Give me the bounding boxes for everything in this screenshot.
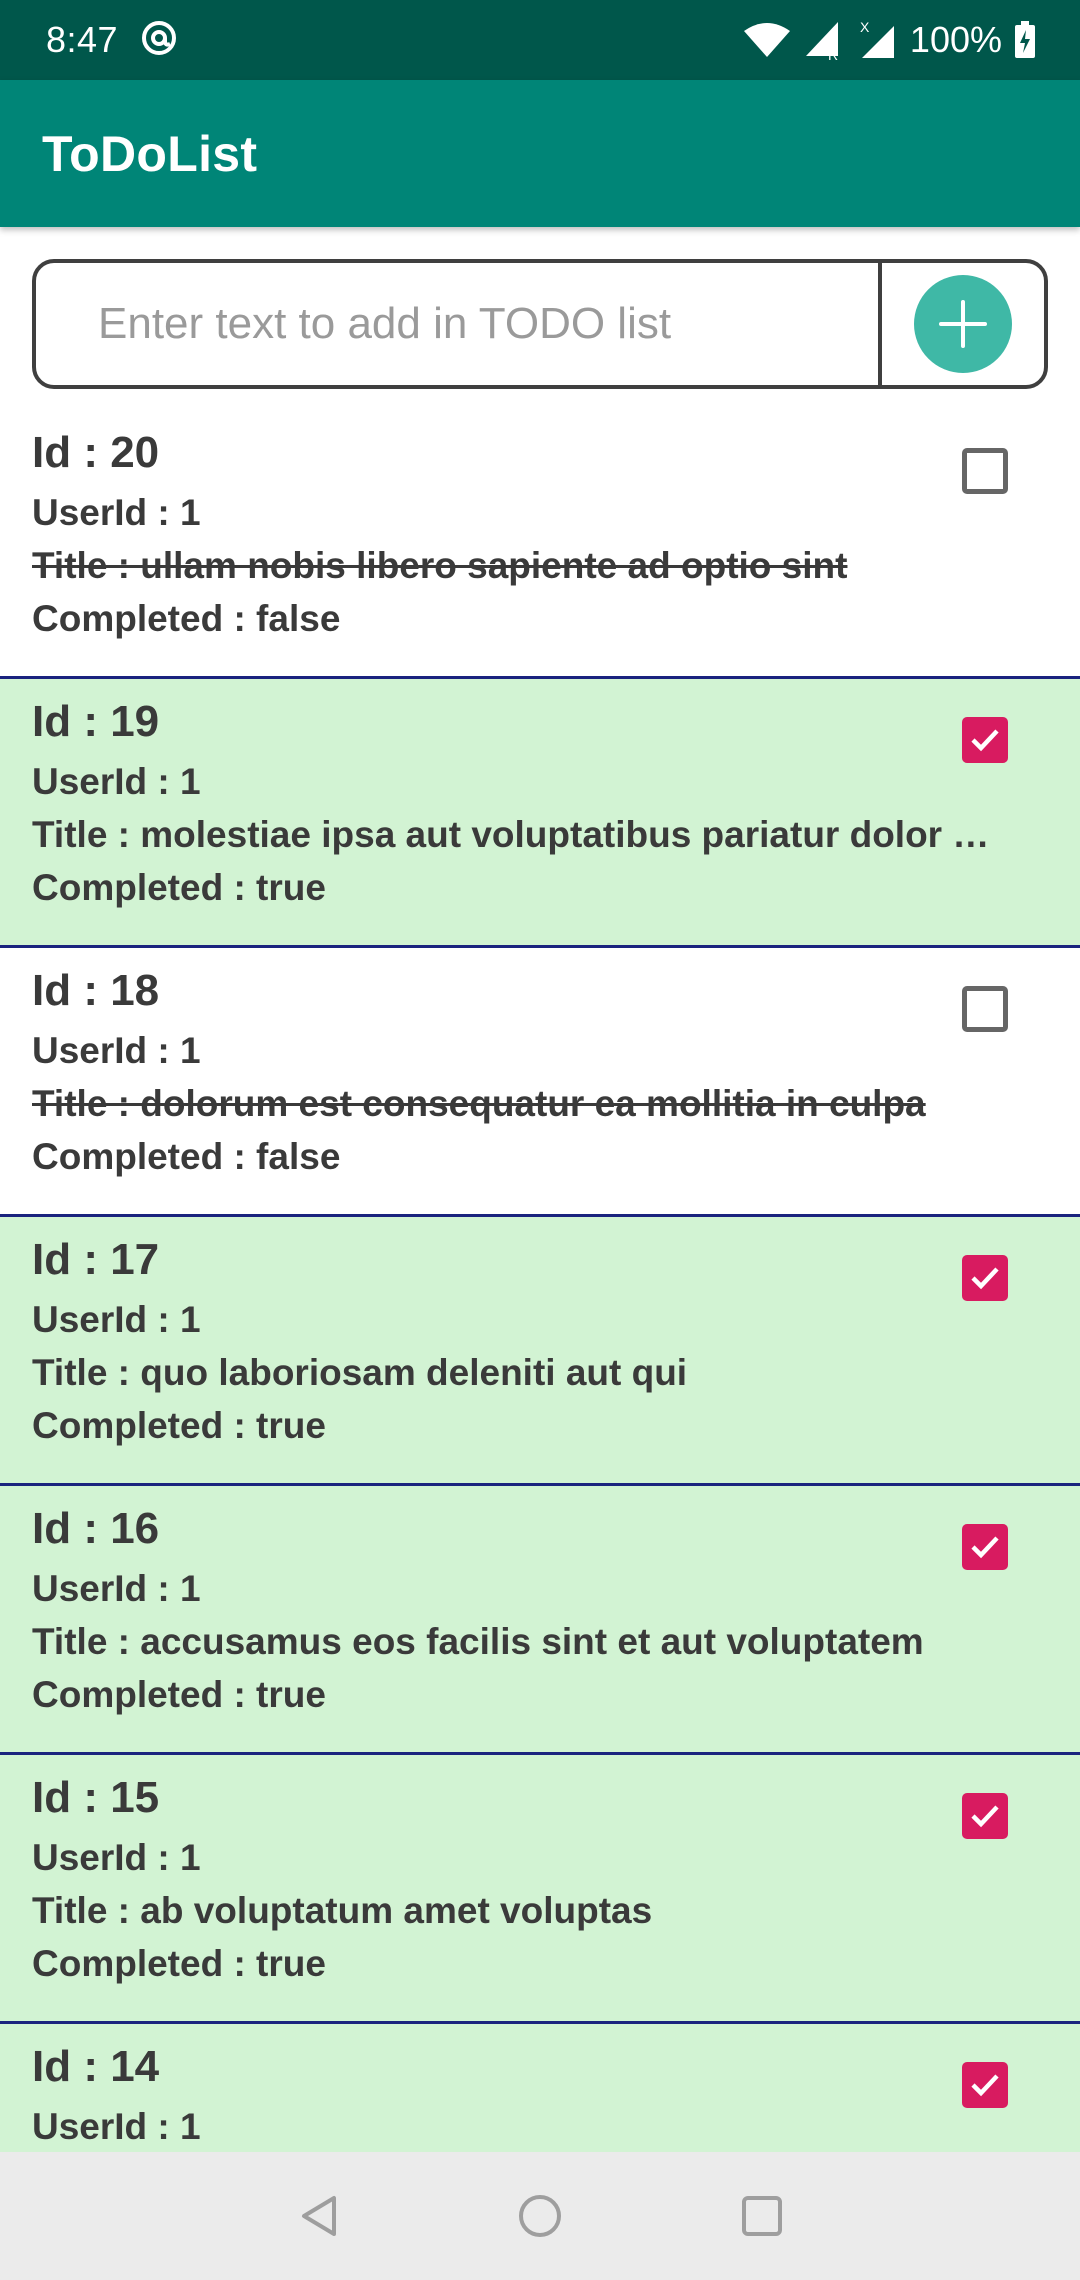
check-icon [971,2074,999,2097]
add-todo-row [32,259,1048,389]
plus-icon [939,300,987,348]
check-icon [971,729,999,752]
signal-x-icon: X [858,20,898,60]
wifi-icon [742,21,792,59]
add-button-container [882,263,1044,385]
todo-title: Title : ullam nobis libero sapiente ad o… [32,545,848,586]
todo-user-id: UserId : 1 [32,1837,201,1878]
todo-item[interactable]: Id : 16 UserId : 1 Title : accusamus eos… [0,1486,1080,1755]
todo-user-id: UserId : 1 [32,2106,201,2147]
todo-checkbox[interactable] [962,986,1008,1032]
todo-item[interactable]: Id : 18 UserId : 1 Title : dolorum est c… [0,948,1080,1217]
app-bar: ToDoList [0,80,1080,227]
todo-title: Title : molestiae ipsa aut voluptatibus … [32,814,990,855]
todo-completed: Completed : true [32,1405,326,1446]
todo-checkbox[interactable] [962,1255,1008,1301]
todo-checkbox[interactable] [962,1524,1008,1570]
todo-title: Title : accusamus eos facilis sint et au… [32,1621,924,1662]
todo-completed: Completed : true [32,867,326,908]
todo-id: Id : 15 [32,1773,160,1822]
home-button[interactable] [512,2188,568,2244]
navigation-bar [0,2152,1080,2280]
todo-id: Id : 17 [32,1235,160,1284]
todo-user-id: UserId : 1 [32,1299,201,1340]
todo-user-id: UserId : 1 [32,492,201,533]
todo-item[interactable]: Id : 20 UserId : 1 Title : ullam nobis l… [0,410,1080,679]
status-right: R X 100% [742,19,1036,61]
todo-list: Id : 20 UserId : 1 Title : ullam nobis l… [0,410,1080,2152]
todo-item[interactable]: Id : 19 UserId : 1 Title : molestiae ips… [0,679,1080,948]
svg-text:X: X [860,20,870,35]
todo-title: Title : quo laboriosam deleniti aut qui [32,1352,688,1393]
home-icon [519,2195,561,2237]
todo-completed: Completed : false [32,1136,341,1177]
check-icon [971,1267,999,1290]
battery-charging-icon [1014,21,1036,59]
todo-id: Id : 14 [32,2042,160,2091]
back-icon [302,2196,336,2236]
status-left: 8:47 [46,19,178,62]
todo-user-id: UserId : 1 [32,1030,201,1071]
battery-percent: 100% [909,19,1002,60]
todo-item[interactable]: Id : 14 UserId : 1 [0,2024,1080,2152]
todo-id: Id : 18 [32,966,160,1015]
back-button[interactable] [292,2188,348,2244]
add-button[interactable] [914,275,1012,373]
app-title: ToDoList [42,125,258,182]
check-icon [971,1536,999,1559]
todo-completed: Completed : false [32,598,341,639]
status-time: 8:47 [46,19,119,60]
svg-text:R: R [828,47,838,60]
todo-id: Id : 20 [32,428,160,477]
todo-completed: Completed : true [32,1674,326,1715]
recents-icon [742,2196,782,2236]
todo-id: Id : 16 [32,1504,160,1553]
status-bar: 8:47 R X 100% [0,0,1080,80]
todo-checkbox[interactable] [962,1793,1008,1839]
todo-completed: Completed : true [32,1943,326,1984]
todo-text-input[interactable] [36,263,878,385]
at-sign-icon [140,19,178,62]
signal-r-icon: R [804,20,846,60]
recents-button[interactable] [734,2188,790,2244]
todo-id: Id : 19 [32,697,160,746]
todo-checkbox[interactable] [962,448,1008,494]
check-icon [971,1805,999,1828]
todo-title: Title : dolorum est consequatur ea molli… [32,1083,926,1124]
todo-user-id: UserId : 1 [32,761,201,802]
todo-item[interactable]: Id : 15 UserId : 1 Title : ab voluptatum… [0,1755,1080,2024]
todo-checkbox[interactable] [962,2062,1008,2108]
todo-item[interactable]: Id : 17 UserId : 1 Title : quo laboriosa… [0,1217,1080,1486]
todo-user-id: UserId : 1 [32,1568,201,1609]
todo-checkbox[interactable] [962,717,1008,763]
todo-title: Title : ab voluptatum amet voluptas [32,1890,653,1931]
